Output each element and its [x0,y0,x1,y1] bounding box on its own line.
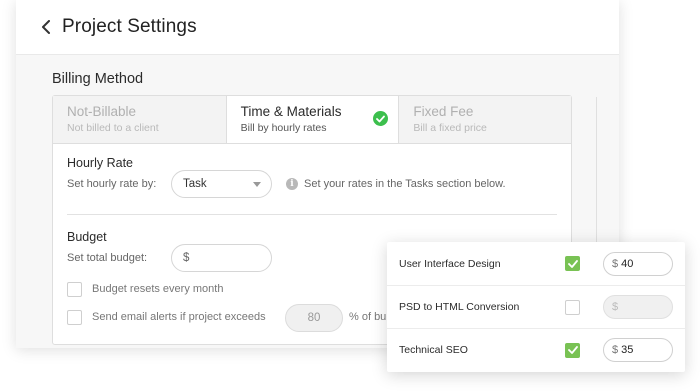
rate-info-text: Set your rates in the Tasks section belo… [304,178,506,190]
task-checkbox[interactable] [565,299,580,315]
info-icon: i [286,178,298,190]
task-rate-input[interactable]: $ 35 [603,338,673,362]
currency-symbol: $ [612,257,619,270]
task-name: Technical SEO [399,344,468,356]
task-row: PSD to HTML Conversion $ [387,285,685,328]
tab-fixed-fee[interactable]: Fixed Fee Bill a fixed price [398,96,572,143]
set-rate-by-label: Set hourly rate by: [67,178,157,190]
hourly-rate-title: Hourly Rate [67,156,133,170]
task-name: PSD to HTML Conversion [399,301,520,313]
task-row: Technical SEO $ 35 [387,328,685,371]
budget-input[interactable]: $ [171,244,272,272]
alert-suffix-label: % of bu [349,311,387,323]
email-alert-checkbox[interactable] [67,310,82,325]
currency-symbol: $ [612,301,619,313]
budget-title: Budget [67,230,107,244]
task-name: User Interface Design [399,257,501,270]
alert-percent-input[interactable]: 80 [285,304,343,332]
alert-percent-value: 80 [307,312,321,324]
tab-title: Not-Billable [67,104,137,119]
task-rate-input[interactable]: $ 40 [603,251,673,276]
tab-title: Fixed Fee [413,104,474,119]
budget-resets-label: Budget resets every month [92,283,224,295]
tab-subtitle: Not billed to a client [67,122,159,134]
currency-symbol: $ [183,252,190,264]
set-budget-label: Set total budget: [67,252,148,264]
budget-resets-checkbox[interactable] [67,282,82,297]
rate-by-value: Task [183,178,207,190]
task-checkbox[interactable] [565,342,580,358]
chevron-left-icon[interactable] [38,19,54,35]
tab-time-materials[interactable]: Time & Materials Bill by hourly rates [225,96,399,143]
section-divider [67,214,557,215]
task-row: User Interface Design $ 40 [387,242,685,285]
billing-tabs: Not-Billable Not billed to a client Time… [53,96,572,144]
tab-subtitle: Bill by hourly rates [240,122,327,134]
billing-method-title: Billing Method [52,71,144,87]
task-rate-input[interactable]: $ [603,295,673,319]
task-rate-value: 40 [621,257,634,270]
check-circle-icon [373,111,389,126]
task-checkbox[interactable] [565,256,580,271]
email-alert-label: Send email alerts if project exceeds [92,311,266,323]
task-rates-popup: User Interface Design $ 40 PSD to HTML C… [387,242,685,372]
tab-title: Time & Materials [240,104,342,119]
tab-subtitle: Bill a fixed price [413,122,487,134]
card-header: Project Settings [16,0,619,55]
currency-symbol: $ [612,344,619,356]
tab-not-billable[interactable]: Not-Billable Not billed to a client [53,96,226,143]
page-title: Project Settings [62,16,197,37]
task-rate-value: 35 [621,344,634,356]
chevron-down-icon [253,182,261,187]
rate-by-select[interactable]: Task [171,170,272,198]
